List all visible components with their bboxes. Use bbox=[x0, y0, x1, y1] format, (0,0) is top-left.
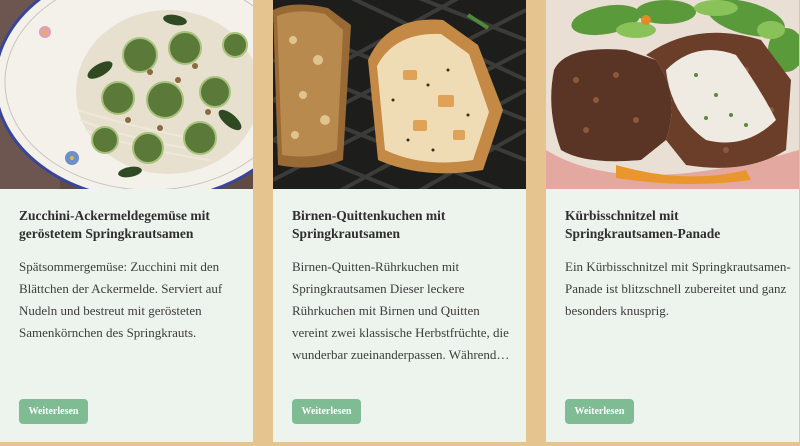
recipe-title[interactable]: Kürbisschnitzel mit Springkrautsamen-Pan… bbox=[565, 207, 787, 243]
recipe-excerpt: Spätsommergemüse: Zucchini mit den Blätt… bbox=[19, 259, 223, 340]
recipe-title[interactable]: Birnen-Quittenkuchen mit Springkrautsame… bbox=[292, 207, 514, 243]
read-more-button[interactable]: Weiterlesen bbox=[292, 399, 361, 424]
recipe-excerpt: Ein Kürbisschnitzel mit Springkrautsamen… bbox=[565, 259, 791, 318]
zucchini-dish-photo[interactable] bbox=[0, 0, 253, 189]
pumpkin-schnitzel-photo[interactable] bbox=[546, 0, 799, 189]
read-more-button[interactable]: Weiterlesen bbox=[565, 399, 634, 424]
recipe-card-pear-quince-cake: Birnen-Quittenkuchen mit Springkrautsame… bbox=[273, 0, 526, 442]
pear-quince-cake-photo[interactable] bbox=[273, 0, 526, 189]
read-more-button[interactable]: Weiterlesen bbox=[19, 399, 88, 424]
recipe-title[interactable]: Zucchini-Ackermeldegemüse mit geröstetem… bbox=[19, 207, 241, 243]
recipe-excerpt: Birnen-Quitten-Rührkuchen mit Springkrau… bbox=[292, 259, 510, 362]
recipe-card-pumpkin-schnitzel: Kürbisschnitzel mit Springkrautsamen-Pan… bbox=[546, 0, 799, 442]
recipe-card-zucchini: Zucchini-Ackermeldegemüse mit geröstetem… bbox=[0, 0, 253, 442]
